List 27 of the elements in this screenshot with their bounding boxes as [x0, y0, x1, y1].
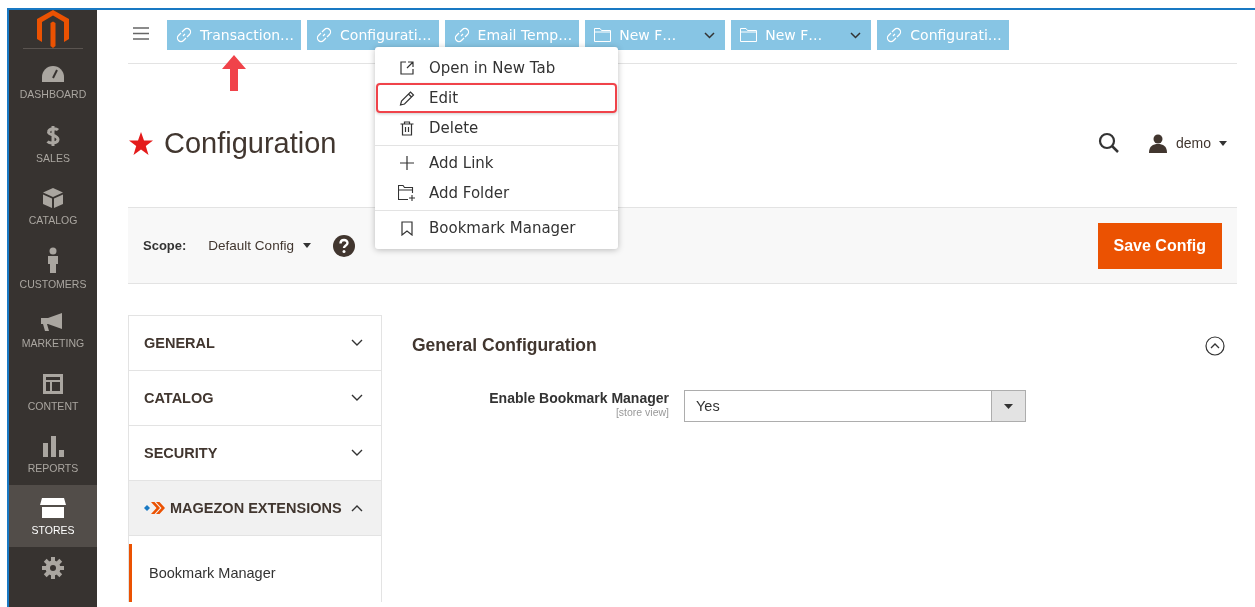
nav-section[interactable]: MAGEZON EXTENSIONS	[129, 481, 381, 536]
sidebar-item[interactable]: CONTENT	[9, 361, 97, 423]
scope-dropdown[interactable]: Default Config	[208, 238, 311, 253]
sidebar-item[interactable]: MARKETING	[9, 299, 97, 361]
sidebar-item[interactable]: DASHBOARD	[9, 51, 97, 113]
field-label: Enable Bookmark Manager	[489, 390, 669, 406]
section-title: General Configuration	[412, 335, 597, 356]
nav-item[interactable]: Bookmark Manager	[129, 544, 381, 602]
sidebar-item[interactable]: REPORTS	[9, 423, 97, 485]
page-title: Configuration	[164, 126, 337, 160]
nav-section[interactable]: GENERAL	[129, 316, 381, 371]
nav-section[interactable]: CATALOG	[129, 371, 381, 426]
menu-item[interactable]: Delete	[376, 113, 617, 143]
scope-label: Scope:	[143, 238, 187, 253]
menu-item[interactable]: Bookmark Manager	[376, 213, 617, 243]
select-field[interactable]: Yes	[684, 390, 1026, 422]
scope-note: [store view]	[615, 406, 669, 418]
sidebar-item[interactable]: CUSTOMERS	[9, 237, 97, 299]
sidebar-item[interactable]: SALES	[9, 113, 97, 175]
menu-item[interactable]: Open in New Tab	[376, 53, 617, 83]
menu-item[interactable]: Add Link	[376, 148, 617, 178]
menu-item[interactable]: Edit	[376, 83, 617, 113]
menu-item[interactable]: Add Folder	[376, 178, 617, 208]
user-menu[interactable]: demo	[1141, 132, 1233, 154]
sidebar-item[interactable]: CATALOG	[9, 175, 97, 237]
save-config-button[interactable]: Save Config	[1097, 222, 1222, 269]
sidebar-item[interactable]: STORES	[9, 485, 97, 547]
